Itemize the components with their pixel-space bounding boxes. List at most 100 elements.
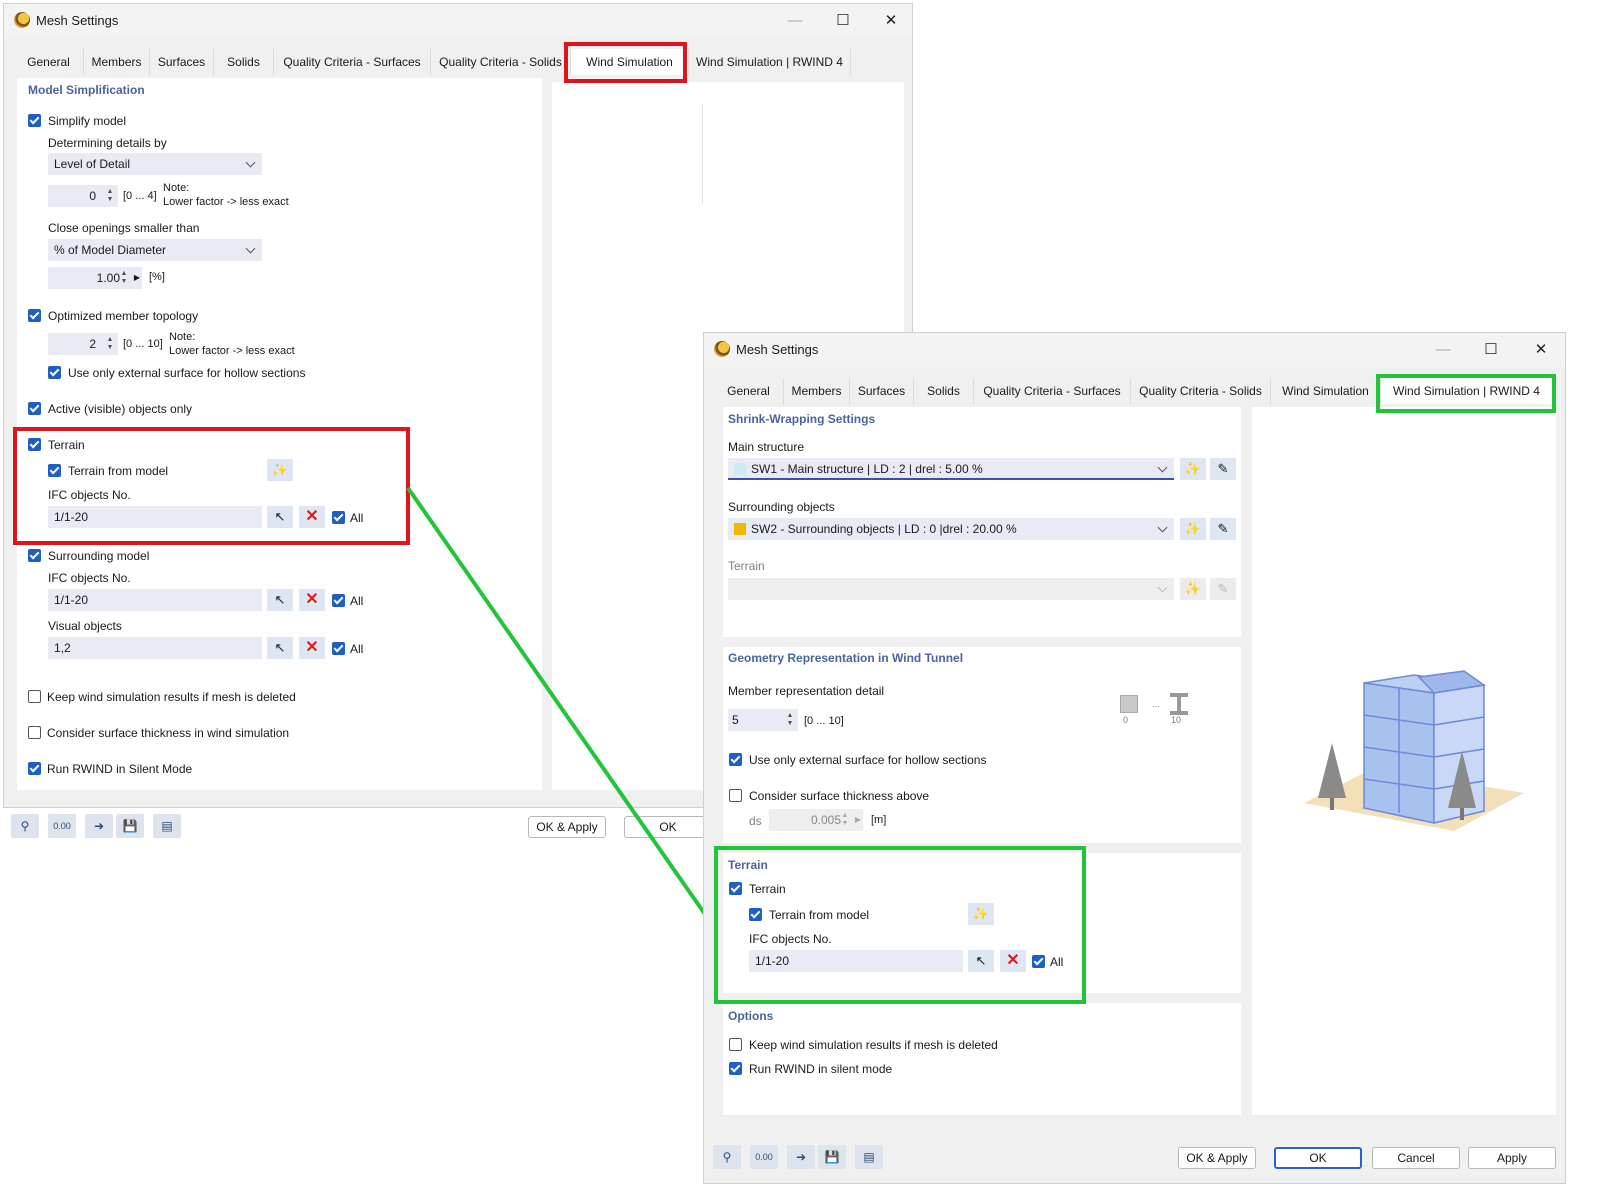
external-surface-checkbox[interactable] [729, 753, 742, 766]
close-icon[interactable]: ✕ [1530, 339, 1552, 361]
tab-quality-solids[interactable]: Quality Criteria - Solids [1131, 378, 1271, 404]
terrain-select[interactable] [728, 578, 1174, 600]
model-diameter-select[interactable]: % of Model Diameter [48, 239, 262, 261]
units-icon[interactable]: 0.00 [750, 1145, 778, 1169]
window-title: Mesh Settings [36, 13, 119, 28]
tab-solids[interactable]: Solids [214, 49, 274, 75]
ok-button[interactable]: OK [624, 816, 712, 838]
new-item-icon[interactable]: ✨ [1180, 578, 1206, 600]
save-icon[interactable]: 💾 [818, 1145, 846, 1169]
edit-item-icon[interactable]: ✎ [1210, 518, 1236, 540]
highlight-wind-simulation-tab [564, 42, 687, 83]
level-of-detail-select[interactable]: Level of Detail [48, 153, 262, 175]
new-item-icon[interactable]: ✨ [1180, 458, 1206, 480]
external-surface-label: Use only external surface for hollow sec… [68, 366, 306, 380]
terrain-select-label: Terrain [728, 559, 765, 573]
surrounding-model-checkbox[interactable] [28, 549, 41, 562]
section-geometry: Geometry Representation in Wind Tunnel [728, 651, 964, 665]
ok-apply-button[interactable]: OK & Apply [528, 816, 606, 838]
minimize-icon[interactable]: — [1432, 339, 1454, 361]
member-detail-range: [0 ... 10] [804, 715, 844, 727]
member-icon-max: 10 [1171, 715, 1182, 725]
save-icon[interactable]: 💾 [116, 814, 144, 838]
tab-members[interactable]: Members [784, 378, 850, 404]
ok-button[interactable]: OK [1274, 1147, 1362, 1169]
ok-apply-button[interactable]: OK & Apply [1178, 1147, 1256, 1169]
keep-results-checkbox[interactable] [729, 1038, 742, 1051]
main-color-swatch [734, 463, 746, 475]
section-shrink-wrapping: Shrink-Wrapping Settings [728, 412, 876, 426]
ds-input[interactable]: 0.005 ▲ ▼ ▶ [769, 809, 863, 831]
tab-wind-rwind4[interactable]: Wind Simulation | RWIND 4 [689, 49, 851, 75]
tab-quality-surfaces[interactable]: Quality Criteria - Surfaces [974, 378, 1131, 404]
maximize-icon[interactable]: ☐ [832, 10, 854, 32]
units-icon[interactable]: 0.00 [48, 814, 76, 838]
delete-x-icon[interactable]: ✕ [299, 637, 325, 659]
thickness-above-checkbox[interactable] [729, 789, 742, 802]
pick-cursor-icon[interactable]: ↖ [267, 637, 293, 659]
cancel-button[interactable]: Cancel [1372, 1147, 1460, 1169]
building-preview-icon [1304, 670, 1524, 831]
tab-surfaces[interactable]: Surfaces [850, 378, 914, 404]
tab-wind-simulation[interactable]: Wind Simulation [1271, 378, 1381, 404]
tab-members[interactable]: Members [84, 49, 150, 75]
visual-all-checkbox[interactable] [332, 642, 345, 655]
tab-general[interactable]: General [714, 378, 784, 404]
pick-cursor-icon[interactable]: ↖ [267, 589, 293, 611]
run-silent-checkbox[interactable] [28, 762, 41, 775]
new-item-icon[interactable]: ✨ [1180, 518, 1206, 540]
surrounding-model-label: Surrounding model [48, 549, 150, 563]
run-silent-label: Run RWIND in Silent Mode [47, 762, 193, 776]
close-icon[interactable]: ✕ [880, 10, 902, 32]
surrounding-ifc-label: IFC objects No. [48, 571, 131, 585]
surrounding-all-checkbox[interactable] [332, 594, 345, 607]
close-openings-label: Close openings smaller than [48, 221, 200, 235]
surrounding-ifc-input[interactable]: 1/1-20 [48, 589, 262, 611]
edit-item-icon[interactable]: ✎ [1210, 578, 1236, 600]
surrounding-color-swatch [734, 523, 746, 535]
arrow-model-icon[interactable]: ➜ [787, 1145, 815, 1169]
tab-quality-solids[interactable]: Quality Criteria - Solids [431, 49, 571, 75]
tab-surfaces[interactable]: Surfaces [150, 49, 214, 75]
member-box-icon [1120, 695, 1138, 713]
run-silent-checkbox[interactable] [729, 1062, 742, 1075]
maximize-icon[interactable]: ☐ [1480, 339, 1502, 361]
app-icon [714, 341, 730, 357]
keep-results-label: Keep wind simulation results if mesh is … [47, 690, 296, 704]
mesh-settings-window-2: Mesh Settings — ☐ ✕ General Members Surf… [703, 332, 1566, 1184]
close-openings-input[interactable]: 1.00 ▲ ▼ ▶ [48, 267, 142, 289]
external-surface-label: Use only external surface for hollow sec… [749, 753, 987, 767]
optimized-topology-checkbox[interactable] [28, 309, 41, 322]
visual-objects-input[interactable]: 1,2 [48, 637, 262, 659]
tab-general[interactable]: General [14, 49, 84, 75]
copy-icon[interactable]: ▤ [153, 814, 181, 838]
search-icon[interactable]: ⚲ [713, 1145, 741, 1169]
apply-button[interactable]: Apply [1468, 1147, 1556, 1169]
edit-item-icon[interactable]: ✎ [1210, 458, 1236, 480]
member-detail-input[interactable]: 5 ▲ ▼ [728, 709, 798, 731]
minimize-icon[interactable]: — [784, 10, 806, 32]
topology-note-text: Lower factor -> less exact [169, 345, 295, 357]
tab-quality-surfaces[interactable]: Quality Criteria - Surfaces [274, 49, 431, 75]
keep-results-checkbox[interactable] [28, 690, 41, 703]
external-surface-checkbox[interactable] [48, 366, 61, 379]
member-icon-min: 0 [1123, 715, 1129, 725]
section-options: Options [728, 1009, 774, 1023]
window-title: Mesh Settings [736, 342, 819, 357]
delete-x-icon[interactable]: ✕ [299, 589, 325, 611]
search-icon[interactable]: ⚲ [11, 814, 39, 838]
active-objects-checkbox[interactable] [28, 402, 41, 415]
title-bar: Mesh Settings — ☐ ✕ [4, 4, 912, 38]
simplify-model-checkbox[interactable] [28, 114, 41, 127]
surrounding-objects-select[interactable]: SW2 - Surrounding objects | LD : 0 |drel… [728, 518, 1174, 540]
copy-icon[interactable]: ▤ [855, 1145, 883, 1169]
arrow-model-icon[interactable]: ➜ [85, 814, 113, 838]
lod-input[interactable]: 0 ▲ ▼ [48, 185, 118, 207]
surrounding-objects-label: Surrounding objects [728, 500, 835, 514]
main-structure-select[interactable]: SW1 - Main structure | LD : 2 | drel : 5… [728, 458, 1174, 480]
topology-input[interactable]: 2 ▲ ▼ [48, 333, 118, 355]
member-dots: ... [1152, 699, 1160, 709]
consider-thickness-checkbox[interactable] [28, 726, 41, 739]
visual-all-label: All [350, 642, 364, 656]
tab-solids[interactable]: Solids [914, 378, 974, 404]
